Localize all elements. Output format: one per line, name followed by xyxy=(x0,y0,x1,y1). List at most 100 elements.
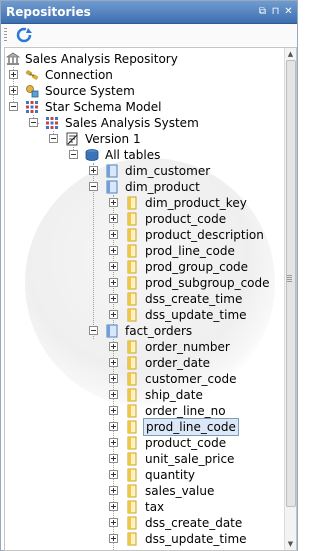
tree-vertical-scrollbar[interactable]: ▲ ▼ xyxy=(284,48,296,550)
expand-toggle[interactable] xyxy=(109,534,118,543)
panel-title-bar: Repositories ⧉ ⊓ ✕ xyxy=(1,1,297,24)
tree-node-column[interactable]: dss_update_time xyxy=(5,531,283,547)
tree-node-label: dss_create_date xyxy=(145,516,243,530)
tree-node-all-tables[interactable]: All tables xyxy=(5,147,285,163)
tree-node-column[interactable]: order_line_no xyxy=(5,403,283,419)
table-icon xyxy=(106,180,118,194)
tree-node-star-schema-model[interactable]: Star Schema Model xyxy=(5,99,285,115)
collapse-toggle[interactable] xyxy=(69,150,78,159)
tree-node-column[interactable]: product_description xyxy=(5,227,283,243)
collapse-toggle[interactable] xyxy=(89,326,98,335)
expand-toggle[interactable] xyxy=(109,454,118,463)
tree-node-column[interactable]: sales_value xyxy=(5,483,283,499)
collapse-toggle[interactable] xyxy=(9,102,18,111)
tree-node-source-system[interactable]: Source System xyxy=(5,83,285,99)
tree-node-column[interactable]: product_code xyxy=(5,211,283,227)
tree-node-column[interactable]: tax xyxy=(5,499,283,515)
tree-node-table[interactable]: dim_product xyxy=(5,179,285,195)
expand-toggle[interactable] xyxy=(109,278,118,287)
expand-toggle[interactable] xyxy=(109,438,118,447)
column-icon xyxy=(127,292,137,306)
tree-node-column[interactable]: prod_line_code xyxy=(5,243,283,259)
tree-node-column[interactable]: prod_group_code xyxy=(5,259,283,275)
expand-toggle[interactable] xyxy=(109,230,118,239)
scroll-down-button[interactable]: ▼ xyxy=(286,539,295,549)
tree-node-column[interactable]: order_number xyxy=(5,339,283,355)
tree-node-column[interactable]: dss_update_time xyxy=(5,307,283,323)
minimize-panel-button[interactable]: ⊓ xyxy=(269,5,282,18)
source-system-icon xyxy=(26,85,39,98)
expand-toggle[interactable] xyxy=(109,502,118,511)
expand-toggle[interactable] xyxy=(109,518,118,527)
expand-toggle[interactable] xyxy=(9,86,18,95)
column-icon xyxy=(127,212,137,226)
scrollbar-grip xyxy=(287,275,292,282)
tree-node-label: prod_group_code xyxy=(145,260,249,274)
expand-toggle[interactable] xyxy=(109,198,118,207)
tree-node-label: product_code xyxy=(145,212,227,226)
refresh-icon[interactable] xyxy=(15,26,33,44)
tree-node-table[interactable]: dim_customer xyxy=(5,163,285,179)
expand-toggle[interactable] xyxy=(109,342,118,351)
tree-node-version[interactable]: Version 1 xyxy=(5,131,285,147)
expand-toggle[interactable] xyxy=(109,262,118,271)
scrollbar-thumb[interactable] xyxy=(286,60,296,507)
expand-toggle[interactable] xyxy=(109,294,118,303)
tree-node-column[interactable]: prod_line_code xyxy=(5,418,283,436)
expand-toggle[interactable] xyxy=(109,310,118,319)
expand-toggle[interactable] xyxy=(109,374,118,383)
tree-node-column[interactable]: unit_sale_price xyxy=(5,451,283,467)
column-icon xyxy=(127,452,137,466)
expand-toggle[interactable] xyxy=(109,406,118,415)
tree-node-label: dss_update_time xyxy=(145,308,247,322)
tree-node-label: Star Schema Model xyxy=(45,100,162,114)
tree-node-connection[interactable]: Connection xyxy=(5,67,285,83)
expand-toggle[interactable] xyxy=(109,470,118,479)
column-icon xyxy=(127,228,137,242)
tree-node-column[interactable]: product_code xyxy=(5,435,283,451)
tree-node-label: Connection xyxy=(45,68,113,82)
column-icon xyxy=(127,404,137,418)
collapse-toggle[interactable] xyxy=(29,118,38,127)
tree-node-column[interactable]: dss_create_time xyxy=(5,291,283,307)
tree-node-label: dss_update_time xyxy=(145,532,247,546)
tree-node-column[interactable]: customer_code xyxy=(5,371,283,387)
tree-node-label: product_description xyxy=(145,228,264,242)
collapse-toggle[interactable] xyxy=(89,182,98,191)
expand-toggle[interactable] xyxy=(109,358,118,367)
tree-node-column[interactable]: order_date xyxy=(5,355,283,371)
panel-toolbar xyxy=(1,24,297,46)
column-icon xyxy=(127,484,137,498)
tree-node-label: ship_date xyxy=(145,388,203,402)
close-panel-button[interactable]: ✕ xyxy=(282,5,295,18)
tree-node-column[interactable]: prod_subgroup_code xyxy=(5,275,283,291)
tree-node-column[interactable]: dss_create_date xyxy=(5,515,283,531)
expand-toggle[interactable] xyxy=(9,70,18,79)
tree-node-column[interactable]: quantity xyxy=(5,467,283,483)
tree-node-label: Sales Analysis Repository xyxy=(25,52,178,66)
expand-toggle[interactable] xyxy=(109,486,118,495)
tree-node-column[interactable]: ship_date xyxy=(5,387,283,403)
connection-icon xyxy=(25,70,39,80)
tree-node-label: quantity xyxy=(145,468,196,482)
expand-toggle[interactable] xyxy=(109,246,118,255)
expand-toggle[interactable] xyxy=(109,422,118,431)
collapse-toggle[interactable] xyxy=(49,134,58,143)
repository-tree[interactable]: Sales Analysis Repository Connection Sou… xyxy=(4,47,297,551)
tree-node-label: fact_orders xyxy=(125,324,193,338)
tree-node-root[interactable]: Sales Analysis Repository xyxy=(5,51,285,67)
tree-node-label: dim_product_key xyxy=(145,196,247,210)
tree-node-label: prod_line_code xyxy=(145,244,235,258)
tree-node-label: unit_sale_price xyxy=(145,452,235,466)
tree-node-table[interactable]: fact_orders xyxy=(5,323,285,339)
tree-node-label: All tables xyxy=(105,148,161,162)
repositories-panel: Repositories ⧉ ⊓ ✕ Sales Analysis Reposi… xyxy=(0,0,298,551)
tree-node-sales-analysis-system[interactable]: Sales Analysis System xyxy=(5,115,285,131)
tree-node-column[interactable]: dim_product_key xyxy=(5,195,283,211)
column-icon xyxy=(127,516,137,530)
expand-toggle[interactable] xyxy=(89,166,98,175)
float-panel-button[interactable]: ⧉ xyxy=(256,5,269,18)
expand-toggle[interactable] xyxy=(109,214,118,223)
scroll-up-button[interactable]: ▲ xyxy=(286,49,295,59)
expand-toggle[interactable] xyxy=(109,390,118,399)
